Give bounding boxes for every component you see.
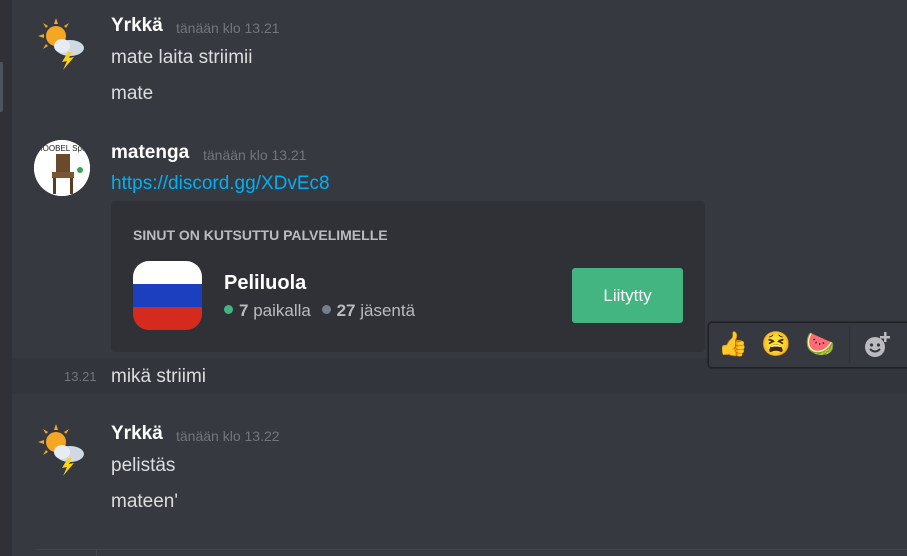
username[interactable]: matenga [111,142,189,164]
member-label: jäsentä [360,301,416,320]
watermelon-icon[interactable]: 🍉 [804,329,836,361]
server-stats: 7 paikalla 27 jäsentä [224,301,415,321]
server-name: Peliluola [224,272,307,294]
server-icon [133,261,202,330]
message-text: pelistäs [111,455,176,476]
message-text: mateen' [111,491,179,512]
online-count: 7 [239,301,249,320]
message-text: mikä striimi [111,366,206,387]
sun-cloud-lightning-avatar-icon[interactable] [34,14,90,70]
invite-link[interactable]: https://discord.gg/XDvEc8 [111,173,330,195]
chair-avatar-icon[interactable]: MOOBEL Sponsor [34,140,90,196]
message-timestamp: tänään klo 13.22 [176,428,280,444]
message-timestamp: tänään klo 13.21 [203,147,307,163]
member-count: 27 [336,301,356,320]
server-invite-embed: SINUT ON KUTSUTTU PALVELIMELLE Peliluola… [111,201,705,352]
divider [36,549,907,550]
username[interactable]: Yrkkä [111,15,163,37]
username[interactable]: Yrkkä [111,423,163,445]
scroll-indicator [0,62,3,112]
joined-button[interactable]: Liitytty [572,268,683,323]
divider [96,549,97,556]
message-timestamp: 13.21 [64,369,97,384]
online-dot-icon [224,305,233,315]
message-timestamp: tänään klo 13.21 [176,20,280,36]
online-label: paikalla [253,301,311,320]
member-dot-icon [321,305,331,315]
message-text: mate [111,83,154,104]
invite-header: SINUT ON KUTSUTTU PALVELIMELLE [133,227,388,243]
avatar-text: MOOBEL Sponsor [36,144,90,153]
sun-cloud-lightning-avatar-icon[interactable] [34,420,90,476]
left-gutter [0,0,12,556]
divider [849,327,850,363]
message-text: mate laita striimii [111,47,253,68]
add-reaction-icon[interactable] [861,329,893,361]
thumbs-up-icon[interactable]: 👍 [717,329,749,361]
tired-face-icon[interactable]: 😫 [760,329,792,361]
message-reaction-toolbar: 👍 😫 🍉 [708,322,907,368]
